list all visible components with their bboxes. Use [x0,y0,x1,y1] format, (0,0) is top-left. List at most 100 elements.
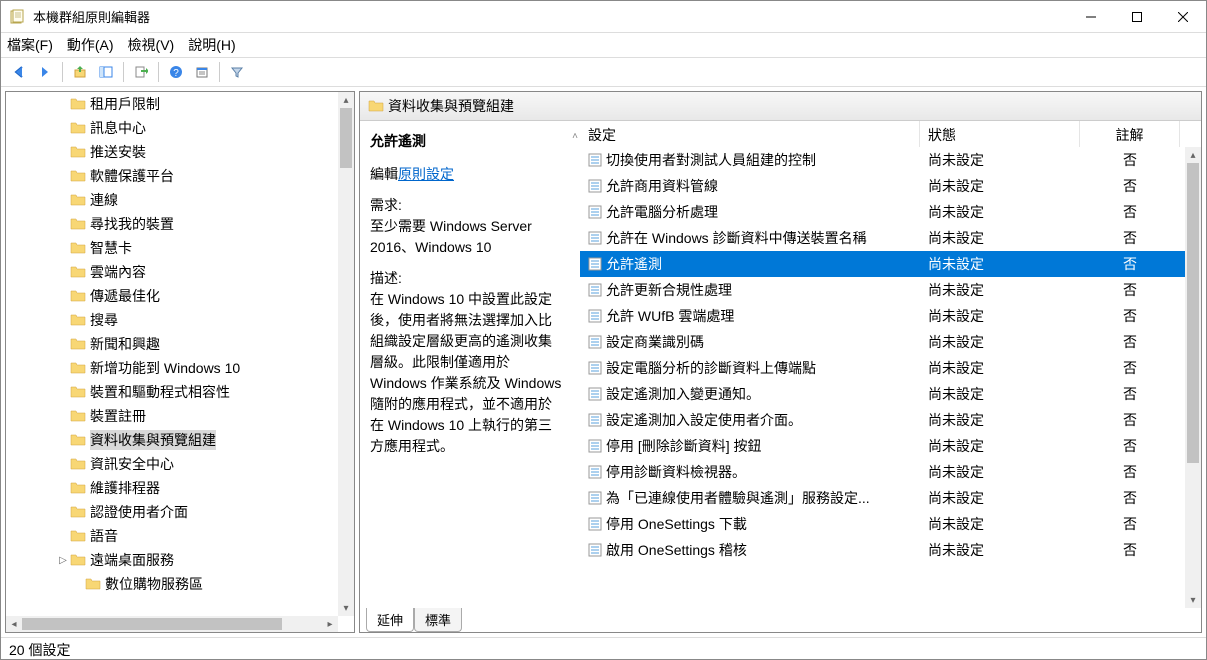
filter-button[interactable] [225,60,249,84]
tree-item-label: 裝置註冊 [90,406,146,426]
app-icon [9,9,25,25]
cell-comment: 否 [1080,384,1180,404]
help-button[interactable]: ? [164,60,188,84]
col-state[interactable]: 狀態 [920,121,1080,147]
tree-item[interactable]: 資料收集與預覽組建 [6,428,338,452]
expander-icon[interactable]: ▷ [56,555,70,566]
tree-item[interactable]: 連線 [6,188,338,212]
up-button[interactable] [68,60,92,84]
col-setting[interactable]: 設定 [580,121,920,147]
setting-row[interactable]: 為「已連線使用者體驗與遙測」服務設定...尚未設定否 [580,485,1185,511]
tree-item[interactable]: 語音 [6,524,338,548]
description-heading: 描述: [370,270,402,286]
setting-row[interactable]: 停用診斷資料檢視器。尚未設定否 [580,459,1185,485]
tree-item[interactable]: 訊息中心 [6,116,338,140]
setting-row[interactable]: 設定遙測加入變更通知。尚未設定否 [580,381,1185,407]
tree-item[interactable]: 搜尋 [6,308,338,332]
scroll-up-button[interactable]: ▴ [1185,147,1201,163]
scroll-left-button[interactable]: ◂ [6,616,22,632]
scroll-right-button[interactable]: ▸ [322,616,338,632]
properties-button[interactable] [190,60,214,84]
menu-file[interactable]: 檔案(F) [7,35,53,55]
tree-item[interactable]: 資訊安全中心 [6,452,338,476]
setting-row[interactable]: 允許電腦分析處理尚未設定否 [580,199,1185,225]
tree-item[interactable]: 認證使用者介面 [6,500,338,524]
tree-item-label: 資料收集與預覽組建 [90,430,216,450]
setting-row[interactable]: 允許商用資料管線尚未設定否 [580,173,1185,199]
close-button[interactable] [1160,1,1206,32]
setting-row[interactable]: 啟用 OneSettings 稽核尚未設定否 [580,537,1185,563]
cell-comment: 否 [1080,228,1180,248]
requirements-heading: 需求: [370,197,402,213]
tree-item[interactable]: ▷遠端桌面服務 [6,548,338,572]
cell-state: 尚未設定 [920,462,1080,482]
menu-action[interactable]: 動作(A) [67,35,114,55]
scroll-thumb[interactable] [1187,163,1199,463]
setting-row[interactable]: 設定電腦分析的診斷資料上傳端點尚未設定否 [580,355,1185,381]
setting-name: 設定電腦分析的診斷資料上傳端點 [606,358,816,378]
menu-help[interactable]: 說明(H) [188,35,235,55]
setting-name: 切換使用者對測試人員組建的控制 [606,150,816,170]
scroll-thumb[interactable] [340,108,352,168]
tab-extended[interactable]: 延伸 [366,608,414,632]
cell-comment: 否 [1080,306,1180,326]
setting-row[interactable]: 停用 OneSettings 下載尚未設定否 [580,511,1185,537]
scroll-down-button[interactable]: ▾ [338,600,354,616]
tree[interactable]: 租用戶限制訊息中心推送安裝軟體保護平台連線尋找我的裝置智慧卡雲端內容傳遞最佳化搜… [6,92,338,616]
tree-item[interactable]: 智慧卡 [6,236,338,260]
cell-setting: 設定電腦分析的診斷資料上傳端點 [580,358,920,378]
tree-horizontal-scrollbar[interactable]: ◂ ▸ [6,616,338,632]
cell-setting: 允許電腦分析處理 [580,202,920,222]
list-vertical-scrollbar[interactable]: ▴ ▾ [1185,147,1201,608]
tree-item[interactable]: 新聞和興趣 [6,332,338,356]
status-text: 20 個設定 [9,642,70,658]
tree-item-label: 認證使用者介面 [90,502,188,522]
tree-vertical-scrollbar[interactable]: ▴ ▾ [338,92,354,616]
setting-row[interactable]: 切換使用者對測試人員組建的控制尚未設定否 [580,147,1185,173]
forward-button[interactable] [33,60,57,84]
cell-state: 尚未設定 [920,306,1080,326]
setting-row[interactable]: 允許在 Windows 診斷資料中傳送裝置名稱尚未設定否 [580,225,1185,251]
setting-row[interactable]: 允許遙測尚未設定否 [580,251,1185,277]
tree-item[interactable]: 新增功能到 Windows 10 [6,356,338,380]
tree-item[interactable]: 維護排程器 [6,476,338,500]
tree-item[interactable]: 裝置和驅動程式相容性 [6,380,338,404]
scroll-down-button[interactable]: ▾ [1185,592,1201,608]
tree-item[interactable]: 租用戶限制 [6,92,338,116]
back-button[interactable] [7,60,31,84]
svg-text:?: ? [173,68,179,79]
setting-row[interactable]: 設定商業識別碼尚未設定否 [580,329,1185,355]
show-hide-tree-button[interactable] [94,60,118,84]
setting-row[interactable]: 設定遙測加入設定使用者介面。尚未設定否 [580,407,1185,433]
minimize-button[interactable] [1068,1,1114,32]
tree-item[interactable]: 數位購物服務區 [6,572,338,596]
cell-state: 尚未設定 [920,332,1080,352]
tree-item-label: 裝置和驅動程式相容性 [90,382,230,402]
tree-item[interactable]: 推送安裝 [6,140,338,164]
setting-name: 設定遙測加入設定使用者介面。 [606,410,802,430]
setting-name: 允許遙測 [606,254,662,274]
setting-row[interactable]: 允許 WUfB 雲端處理尚未設定否 [580,303,1185,329]
tab-standard[interactable]: 標準 [414,608,462,632]
column-splitter[interactable]: ˄ [570,121,580,608]
setting-row[interactable]: 停用 [刪除診斷資料] 按鈕尚未設定否 [580,433,1185,459]
maximize-button[interactable] [1114,1,1160,32]
tree-item[interactable]: 雲端內容 [6,260,338,284]
tree-item[interactable]: 尋找我的裝置 [6,212,338,236]
tree-item[interactable]: 傳遞最佳化 [6,284,338,308]
tree-item[interactable]: 裝置註冊 [6,404,338,428]
edit-policy-link[interactable]: 原則設定 [398,166,454,182]
tree-item[interactable]: 軟體保護平台 [6,164,338,188]
col-comment[interactable]: 註解 [1080,121,1180,147]
scroll-up-button[interactable]: ▴ [338,92,354,108]
setting-row[interactable]: 允許更新合規性處理尚未設定否 [580,277,1185,303]
view-tabs: 延伸 標準 [360,608,1201,632]
export-button[interactable] [129,60,153,84]
menu-view[interactable]: 檢視(V) [128,35,175,55]
list-rows[interactable]: 切換使用者對測試人員組建的控制尚未設定否允許商用資料管線尚未設定否允許電腦分析處… [580,147,1185,608]
tree-item-label: 連線 [90,190,118,210]
scroll-thumb[interactable] [22,618,282,630]
cell-comment: 否 [1080,150,1180,170]
cell-state: 尚未設定 [920,358,1080,378]
cell-setting: 允許更新合規性處理 [580,280,920,300]
